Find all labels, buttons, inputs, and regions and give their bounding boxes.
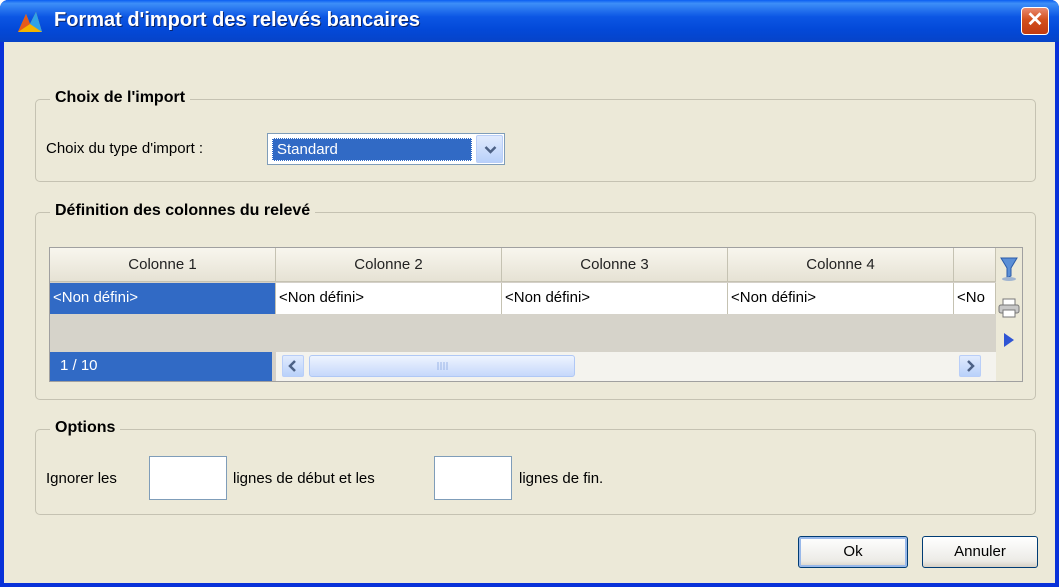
grid-toolbar xyxy=(996,248,1022,381)
end-lines-input[interactable] xyxy=(434,456,512,500)
column-header-1[interactable]: Colonne 1 xyxy=(50,248,276,282)
cancel-button[interactable]: Annuler xyxy=(922,536,1038,568)
import-type-select[interactable]: Standard xyxy=(267,133,505,165)
dropdown-button[interactable] xyxy=(476,135,503,163)
play-arrow-icon[interactable] xyxy=(1003,332,1015,348)
horizontal-scrollbar[interactable] xyxy=(276,352,996,381)
scroll-left-button[interactable] xyxy=(282,355,304,377)
grid-cell-2[interactable]: <Non défini> xyxy=(276,283,502,314)
columns-grid: Colonne 1 Colonne 2 Colonne 3 Colonne 4 … xyxy=(49,247,1023,382)
options-legend: Options xyxy=(50,419,121,437)
grid-cell-4[interactable]: <Non défini> xyxy=(728,283,954,314)
grip-icon xyxy=(437,362,448,370)
import-type-label: Choix du type d'import : xyxy=(46,140,204,157)
dialog-window: Format d'import des relevés bancaires ✕ … xyxy=(0,0,1059,587)
grid-cell-3[interactable]: <Non défini> xyxy=(502,283,728,314)
chevron-right-icon xyxy=(967,360,975,372)
app-logo-icon xyxy=(18,10,42,32)
print-icon[interactable] xyxy=(998,298,1020,318)
start-lines-label: lignes de début et les xyxy=(233,470,375,487)
grid-empty-row xyxy=(50,314,996,352)
grid-cell-1[interactable]: <Non défini> xyxy=(50,283,276,314)
column-header-2[interactable]: Colonne 2 xyxy=(276,248,502,282)
import-type-value: Standard xyxy=(272,138,472,161)
end-lines-label: lignes de fin. xyxy=(519,470,604,487)
scroll-thumb[interactable] xyxy=(309,355,575,377)
title-bar: Format d'import des relevés bancaires ✕ xyxy=(0,0,1059,42)
window-title: Format d'import des relevés bancaires xyxy=(54,9,421,31)
column-header-3[interactable]: Colonne 3 xyxy=(502,248,728,282)
close-icon: ✕ xyxy=(1026,9,1044,31)
ignore-label: Ignorer les xyxy=(46,470,117,487)
close-button[interactable]: ✕ xyxy=(1021,7,1049,35)
filter-icon[interactable] xyxy=(999,256,1019,282)
grid-cell-5[interactable]: <No xyxy=(954,283,996,314)
row-counter: 1 / 10 xyxy=(50,352,272,381)
column-header-5[interactable] xyxy=(954,248,996,282)
chevron-down-icon xyxy=(484,146,497,154)
columns-definition-legend: Définition des colonnes du relevé xyxy=(50,202,316,220)
ok-button[interactable]: Ok xyxy=(798,536,908,568)
scroll-right-button[interactable] xyxy=(959,355,981,377)
chevron-left-icon xyxy=(288,360,296,372)
import-choice-legend: Choix de l'import xyxy=(50,89,191,107)
column-header-4[interactable]: Colonne 4 xyxy=(728,248,954,282)
start-lines-input[interactable] xyxy=(149,456,227,500)
